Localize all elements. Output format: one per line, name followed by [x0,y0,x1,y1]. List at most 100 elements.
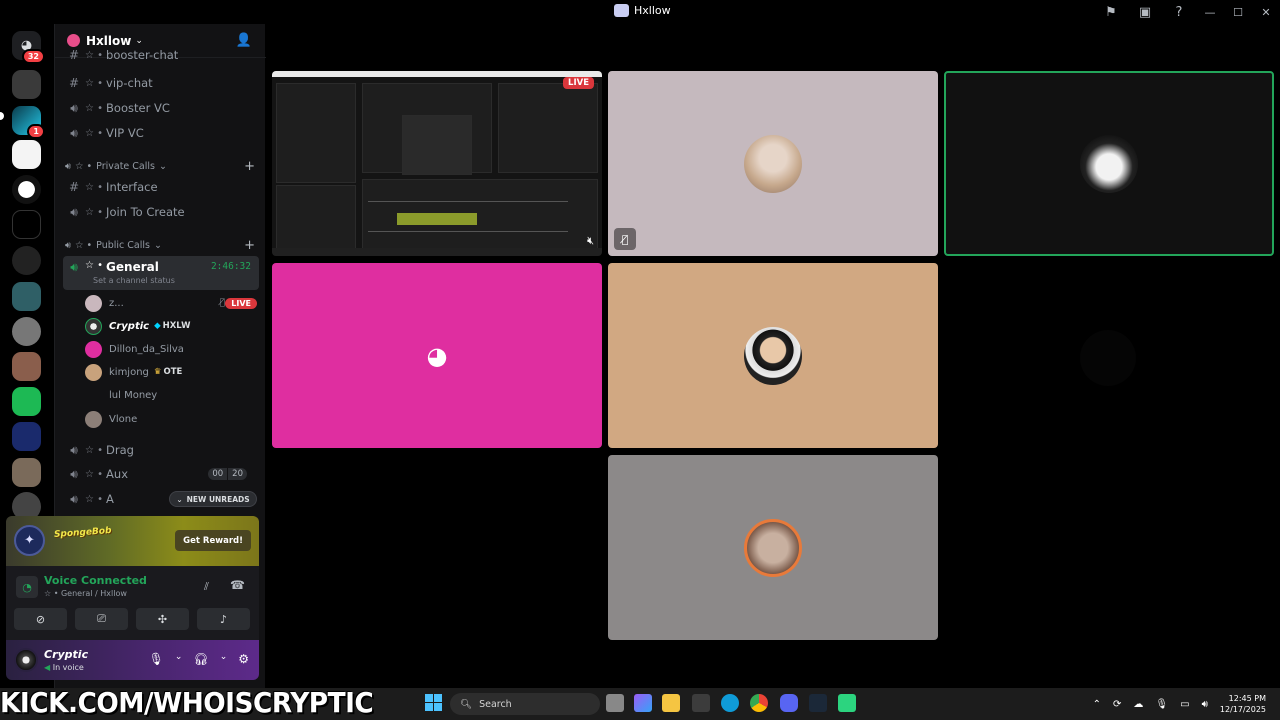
chevron-up-icon[interactable]: ⌃ [1093,699,1101,710]
file-explorer-icon[interactable] [662,694,680,712]
soundboard-button[interactable]: ♪ [197,608,250,630]
invite-people-icon[interactable]: 👤 [236,33,252,48]
user-name[interactable]: Cryptic [44,648,88,661]
get-reward-button[interactable]: Get Reward! [175,530,251,551]
server-icon-11[interactable] [12,422,41,451]
voice-user[interactable]: z... 🎙̸ LIVE [85,292,257,314]
channel-vip-chat[interactable]: # ☆ • vip-chat [63,72,259,94]
channel-vip-vc[interactable]: 🔊︎ ☆ • VIP VC [63,122,259,144]
star-icon: ☆ • [85,206,104,218]
speaker-icon: 🔊︎ [70,204,78,219]
chevron-down-icon[interactable]: ⌄ [175,652,183,666]
voice-user[interactable]: Vlone [85,408,257,430]
inbox-icon[interactable]: ▣ [1128,0,1162,24]
server-icon-12[interactable] [12,458,41,487]
guild-name: Hxllow [86,33,132,48]
flag-icon[interactable]: ⚑ [1094,0,1128,24]
server-icon-5[interactable] [12,210,41,239]
dm-home-button[interactable]: ◕ 32 [12,31,45,64]
maximize-button[interactable]: ☐ [1224,0,1252,24]
add-channel-icon[interactable]: + [244,159,255,174]
start-button[interactable] [425,694,442,711]
add-channel-icon[interactable]: + [244,238,255,253]
taskbar-search[interactable]: 🔍︎ Search [450,693,600,715]
call-timer: 2:46:32 [210,261,251,272]
promo-banner: ✦ SpongeBob Get Reward! [6,516,259,566]
channel-drag[interactable]: 🔊︎ ☆ • Drag [63,439,259,461]
cloud-icon[interactable]: ☁ [1133,699,1143,710]
category-private-calls[interactable]: 🔊︎ ☆ • Private Calls ⌄ + [65,158,255,174]
speaker-icon: 🔊︎ [65,160,71,172]
star-icon: ☆ • [85,77,104,89]
participant-tile[interactable]: 🎙̸ [608,71,938,256]
category-public-calls[interactable]: 🔊︎ ☆ • Public Calls ⌄ + [65,237,255,253]
chevron-down-icon[interactable]: ⌄ [220,652,228,666]
activities-button[interactable]: ✣ [136,608,189,630]
user-count: 00 20 [208,468,247,480]
close-button[interactable]: ✕ [1252,0,1280,24]
voice-location: ☆ • General / Hxllow [44,589,127,598]
voice-user[interactable]: kimjong ♛ OTE [85,361,257,383]
server-icon-6[interactable] [12,246,41,275]
clock[interactable]: 12:45 PM 12/17/2025 [1220,693,1266,715]
stream-tile[interactable]: LIVE 🔇︎ [272,71,602,256]
participant-tile[interactable]: ◕ [272,263,602,448]
mic-muted-icon: 🎙̸ [614,228,636,250]
chrome-icon[interactable] [750,694,768,712]
help-icon[interactable]: ? [1162,0,1196,24]
server-icon-3[interactable] [12,140,41,169]
server-icon-1[interactable] [12,70,41,99]
participant-tile[interactable] [608,263,938,448]
participant-tile-speaking[interactable] [944,71,1274,256]
channel-general[interactable]: 🔊︎ ☆ • General 2:46:32 Set a channel sta… [63,256,259,290]
minimize-button[interactable]: — [1196,0,1224,24]
gear-icon[interactable]: ⚙ [238,652,249,666]
channel-booster-chat[interactable]: # ☆ • booster-chat [63,48,259,62]
new-unreads-button[interactable]: ⌄ NEW UNREADS [169,491,257,507]
task-view-icon[interactable] [606,694,624,712]
channel-aux[interactable]: 🔊︎ ☆ • Aux 00 20 [63,463,259,485]
hash-icon: # [68,48,80,62]
discord-taskbar-icon[interactable] [780,694,798,712]
microphone-icon[interactable]: 🎙︎ [149,652,164,666]
channel-status-input[interactable]: Set a channel status [93,276,175,285]
participant-tile[interactable] [608,455,938,640]
server-icon-8[interactable] [12,317,41,346]
app-icon[interactable] [838,694,856,712]
avatar [85,363,102,381]
server-icon-10[interactable] [12,387,41,416]
server-icon-2[interactable]: 1 [12,106,45,139]
signal-icon[interactable]: ◔ [16,576,38,598]
crown-icon: ♛ [153,367,162,377]
channel-booster-vc[interactable]: 🔊︎ ☆ • Booster VC [63,97,259,119]
display-icon[interactable]: ▭ [1180,699,1189,710]
channel-interface[interactable]: # ☆ • Interface [63,176,259,198]
store-icon[interactable] [692,694,710,712]
server-icon-7[interactable] [12,282,41,311]
steam-icon[interactable] [809,694,827,712]
channel-join-to-create[interactable]: 🔊︎ ☆ • Join To Create [63,201,259,223]
voice-user[interactable]: lul Money [85,384,257,406]
diamond-icon: ◆ [154,321,161,331]
star-icon: ☆ • [85,493,104,505]
sync-icon[interactable]: ⟳ [1113,699,1121,710]
voice-user[interactable]: Dillon_da_Silva [85,338,257,360]
server-icon-4[interactable] [12,175,41,204]
copilot-icon[interactable] [634,694,652,712]
volume-icon[interactable]: 🔊︎ [1202,699,1208,710]
avatar[interactable] [14,648,38,672]
microphone-icon[interactable]: 🎙︎ [1155,699,1168,710]
camera-off-button[interactable]: ⊘ [14,608,67,630]
speaker-icon: 🔊︎ [70,491,78,506]
headphones-icon[interactable]: 🎧︎ [193,652,208,666]
voice-user[interactable]: Cryptic ◆ HXLW [85,315,257,337]
participant-tile-hidden[interactable] [1080,330,1136,386]
noise-suppression-icon[interactable]: ⫽ [204,580,209,594]
screen-share-button[interactable]: ⎚ [75,608,128,630]
voice-status[interactable]: Voice Connected [44,574,147,587]
server-icon-9[interactable] [12,352,41,381]
star-icon: ☆ • [85,260,104,271]
disconnect-icon[interactable]: ☎ [230,578,245,592]
volume-muted-icon[interactable]: 🔇︎ [587,234,594,248]
edge-icon[interactable] [721,694,739,712]
